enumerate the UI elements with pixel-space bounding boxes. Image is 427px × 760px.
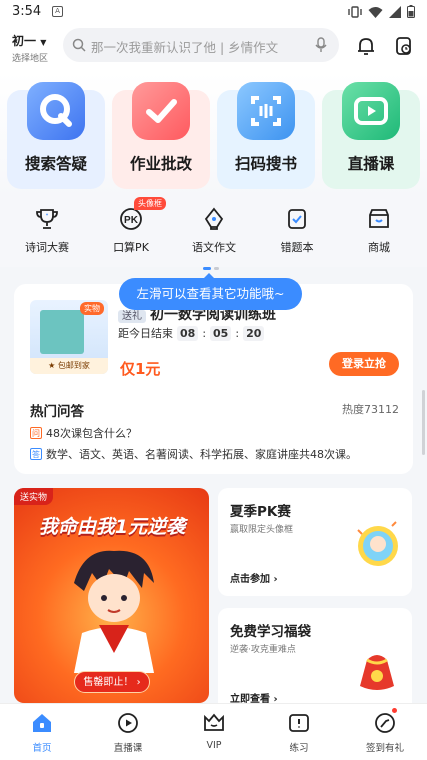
search-q-icon (27, 82, 85, 140)
status-time: 3:54 (12, 4, 42, 19)
shortcut-label: 诗词大赛 (25, 241, 69, 254)
notification-icon: A (52, 6, 63, 17)
hot-count: 热度73112 (342, 403, 399, 416)
shortcut-label: 语文作文 (192, 241, 236, 254)
microphone-icon[interactable] (315, 37, 327, 53)
wifi-icon (368, 6, 383, 18)
shortcut-label: 口算PK (113, 241, 149, 254)
tab-label: VIP (206, 740, 222, 751)
sold-out-button[interactable]: 售罄即止！ › (74, 671, 150, 693)
scrollbar[interactable] (422, 390, 425, 455)
summer-pk-card[interactable]: 夏季PK赛 赢取限定头像框 点击参加 › (218, 488, 412, 596)
svg-text:PK: PK (124, 215, 139, 226)
tab-practice[interactable]: 练习 (264, 710, 334, 754)
shortcut-poetry[interactable]: 诗词大赛 (12, 205, 82, 255)
tab-label: 直播课 (113, 743, 143, 754)
qa-question: 问 48次课包含什么？ (30, 427, 137, 440)
history-book-icon[interactable] (395, 36, 413, 56)
promo-headline: 我命由我1元逆袭 (38, 516, 186, 538)
side-card-subtitle: 逆袭·攻克重难点 (230, 645, 296, 655)
region-label: 选择地区 (12, 54, 49, 64)
tile-scan-book[interactable]: 扫码搜书 (217, 82, 315, 189)
vibrate-icon (348, 5, 362, 18)
side-card-title: 免费学习福袋 (230, 624, 311, 640)
shortcut-chinese-essay[interactable]: 语文作文 (179, 205, 249, 255)
grade-label: 初一 (12, 34, 37, 48)
free-shipping-label: ★ 包邮到家 (30, 358, 108, 374)
tab-label: 练习 (289, 743, 309, 754)
tab-label: 首页 (32, 743, 52, 754)
shortcut-wrong-book[interactable]: 错题本 (262, 205, 332, 255)
checkin-red-dot (392, 708, 397, 713)
shortcut-mental-math-pk[interactable]: PK 口算PK (96, 205, 166, 255)
home-icon (29, 710, 55, 736)
shortcut-label: 商城 (368, 241, 390, 254)
swipe-hint-tooltip: 左滑可以查看其它功能哦~ (119, 273, 302, 310)
avatar-frame-illustration (357, 521, 398, 566)
main-feature-tiles: 搜索答疑 作业批改 扫码搜书 直播课 (0, 72, 427, 197)
bell-icon[interactable] (357, 36, 375, 56)
signal-icon (389, 5, 401, 18)
side-card-link[interactable]: 点击参加 › (230, 570, 278, 585)
free-study-bag-card[interactable]: 免费学习福袋 逆袭·攻克重难点 立即查看 › (218, 608, 412, 716)
status-bar: 3:54 A (0, 0, 427, 24)
live-icon (115, 710, 141, 736)
page-indicator (203, 267, 219, 270)
scan-icon (237, 82, 295, 140)
pen-nib-icon (199, 205, 229, 233)
tile-label: 扫码搜书 (234, 155, 297, 173)
tile-label: 搜索答疑 (24, 155, 87, 173)
countdown-minutes: 05 (210, 325, 232, 341)
wrong-book-icon (282, 205, 312, 233)
book-image: 实物 ★ 包邮到家 (30, 300, 108, 374)
tab-label: 签到有礼 (365, 743, 404, 754)
bottom-tab-bar: 首页 直播课 VIP 练习 签到有礼 (0, 703, 427, 760)
tile-label: 作业批改 (129, 155, 192, 173)
countdown-hours: 08 (177, 325, 199, 341)
shop-icon (364, 205, 394, 233)
tab-live-class[interactable]: 直播课 (93, 710, 163, 754)
tab-home[interactable]: 首页 (7, 710, 77, 754)
chevron-down-icon: ▼ (40, 38, 47, 47)
practice-icon (286, 710, 312, 736)
shortcut-label: 错题本 (280, 241, 314, 254)
hot-qa-title: 热门问答 (30, 404, 84, 420)
avatar-frame-badge: 头像框 (134, 197, 166, 210)
course-card[interactable]: 实物 ★ 包邮到家 送礼 初一数学阅读训练班 距今日结束 08: 05: 20 仅… (14, 284, 413, 474)
side-card-title: 夏季PK赛 (230, 504, 291, 520)
grade-selector[interactable]: 初一 ▼ 选择地区 (12, 32, 56, 64)
tab-checkin-gift[interactable]: 签到有礼 (350, 710, 420, 754)
check-icon (132, 82, 190, 140)
trophy-icon (32, 205, 62, 233)
battery-icon (407, 5, 415, 18)
tile-search-answer[interactable]: 搜索答疑 (7, 82, 105, 189)
checkin-icon (372, 710, 398, 736)
tile-label: 直播课 (347, 155, 395, 173)
search-placeholder: 那一次我重新认识了他 | 乡情作文 (91, 40, 279, 55)
status-icons (348, 5, 415, 18)
login-buy-button[interactable]: 登录立抢 (329, 352, 399, 376)
promo-banner[interactable]: 送实物 我命由我1元逆袭 售罄即止！ › (14, 488, 209, 703)
play-icon (342, 82, 400, 140)
tile-live-class[interactable]: 直播课 (322, 82, 420, 189)
qa-answer: 答数学、语文、英语、名著阅读、科学拓展、家庭讲座共48次课。 (30, 448, 357, 461)
tab-vip[interactable]: VIP (179, 710, 249, 751)
gift-tag: 送礼 (118, 310, 146, 323)
promo-ribbon: 送实物 (14, 488, 54, 505)
real-item-badge: 实物 (80, 302, 104, 315)
vip-icon (201, 710, 227, 736)
tile-homework-check[interactable]: 作业批改 (112, 82, 210, 189)
price: 仅1元 (120, 360, 161, 378)
countdown-seconds: 20 (243, 325, 265, 341)
top-header: 初一 ▼ 选择地区 那一次我重新认识了他 | 乡情作文 (0, 24, 427, 72)
shortcut-row: 诗词大赛 PK 口算PK 语文作文 错题本 商城 (0, 197, 427, 267)
search-icon (72, 38, 86, 52)
search-input[interactable]: 那一次我重新认识了他 | 乡情作文 (63, 28, 339, 62)
shortcut-shop[interactable]: 商城 (344, 205, 414, 255)
anime-boy-illustration (74, 550, 154, 673)
countdown: 距今日结束 08: 05: 20 (118, 325, 265, 341)
side-card-subtitle: 赢取限定头像框 (230, 525, 294, 535)
lucky-bag-illustration (360, 655, 394, 690)
